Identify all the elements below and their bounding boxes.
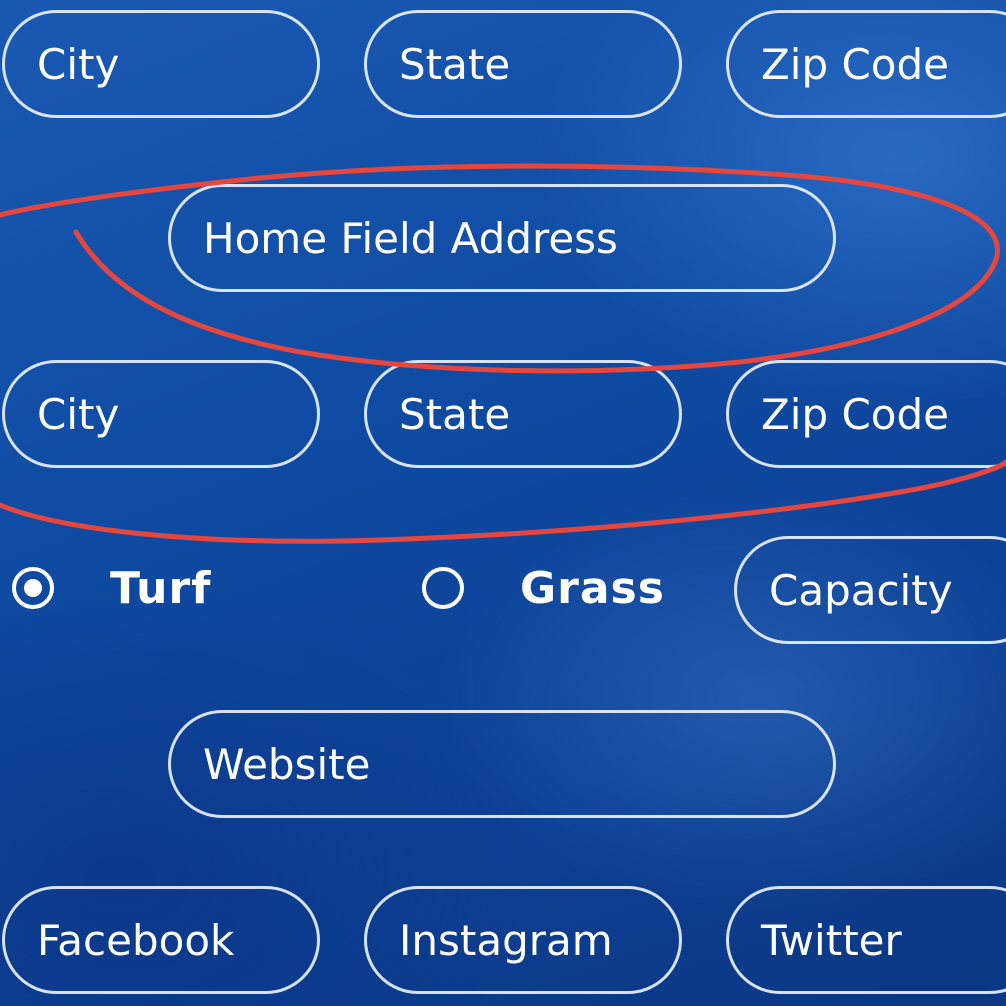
annotation-lower-loop (0, 459, 1006, 544)
capacity-placeholder: Capacity (769, 565, 953, 615)
state-placeholder: State (399, 39, 511, 89)
website-placeholder: Website (203, 739, 371, 789)
radio-unselected-icon (422, 567, 464, 609)
radio-dot (24, 579, 42, 597)
home-field-address-field[interactable]: Home Field Address (168, 184, 836, 292)
website-field[interactable]: Website (168, 710, 836, 818)
grass-label: Grass (520, 562, 665, 614)
facebook-field[interactable]: Facebook (2, 886, 320, 994)
zip-code-field[interactable]: Zip Code (726, 360, 1006, 468)
zip-code-field-top[interactable]: Zip Code (726, 10, 1006, 118)
state-field-top[interactable]: State (364, 10, 682, 118)
zip-code-placeholder: Zip Code (761, 39, 949, 89)
state-placeholder: State (399, 389, 511, 439)
zip-code-placeholder: Zip Code (761, 389, 949, 439)
city-field[interactable]: City (2, 360, 320, 468)
instagram-field[interactable]: Instagram (364, 886, 682, 994)
city-placeholder: City (37, 389, 120, 439)
turf-radio[interactable]: Turf (12, 558, 211, 618)
home-field-address-placeholder: Home Field Address (203, 213, 618, 263)
radio-selected-icon (12, 567, 54, 609)
facebook-placeholder: Facebook (37, 915, 235, 965)
city-field-top[interactable]: City (2, 10, 320, 118)
city-placeholder: City (37, 39, 120, 89)
twitter-placeholder: Twitter (761, 915, 902, 965)
grass-radio[interactable]: Grass (422, 558, 665, 618)
turf-label: Turf (110, 562, 212, 614)
instagram-placeholder: Instagram (399, 915, 613, 965)
twitter-field[interactable]: Twitter (726, 886, 1006, 994)
capacity-field[interactable]: Capacity (734, 536, 1006, 644)
state-field[interactable]: State (364, 360, 682, 468)
red-annotation-ellipse (0, 163, 1006, 544)
